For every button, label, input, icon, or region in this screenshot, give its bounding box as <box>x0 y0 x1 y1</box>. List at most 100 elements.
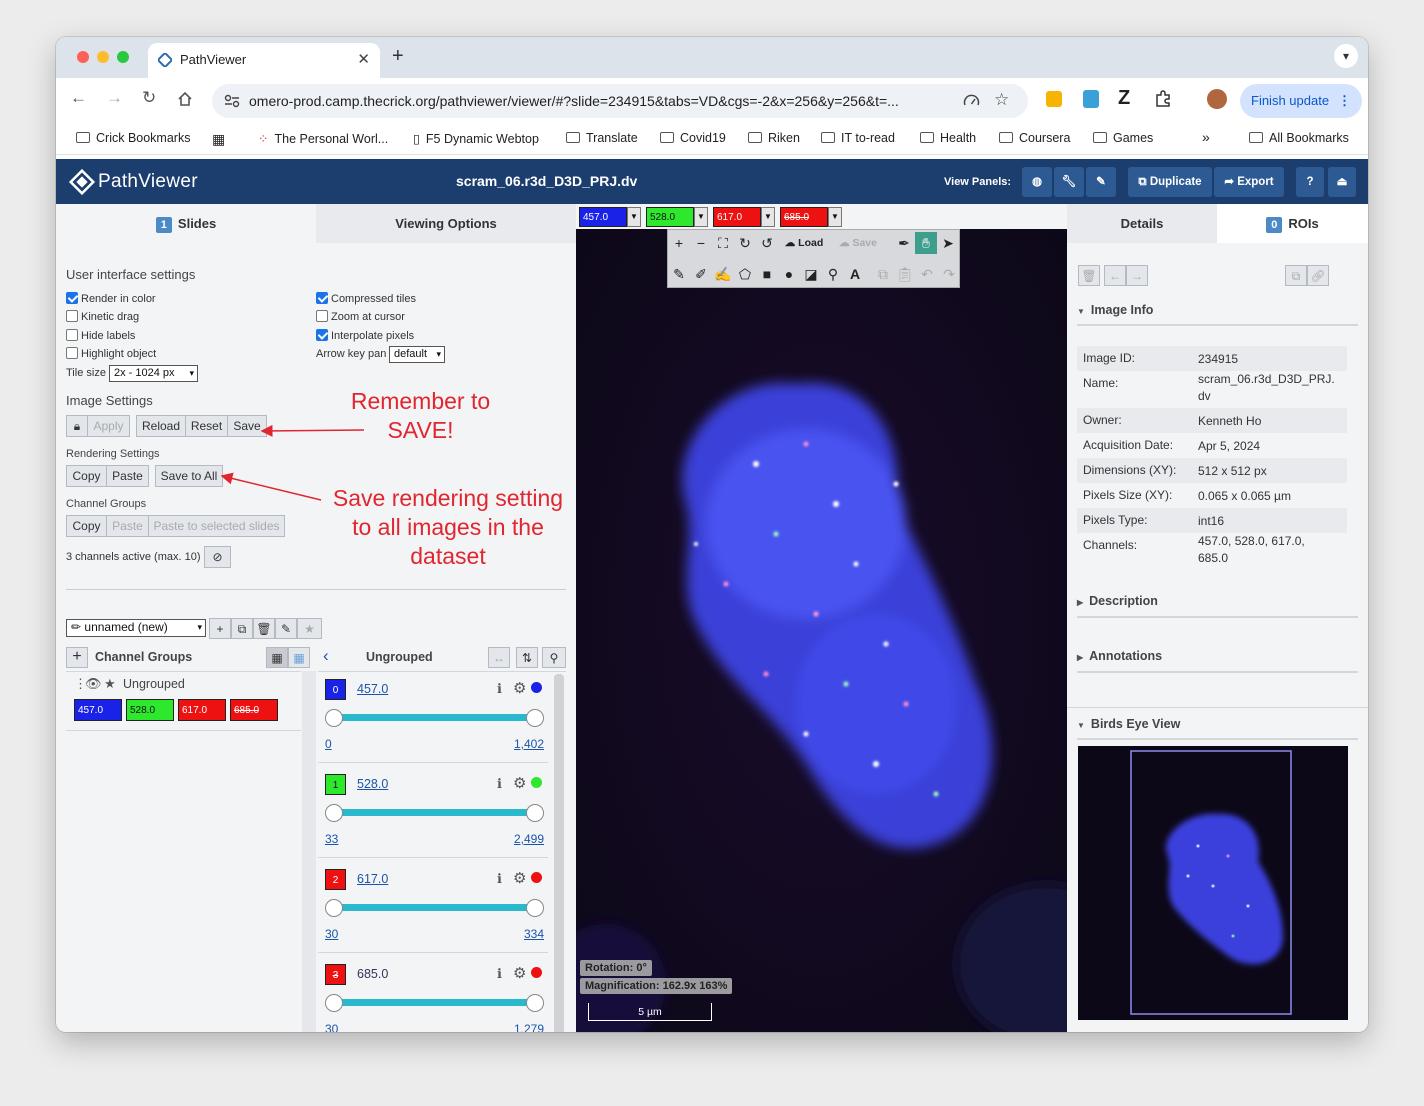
previous-arrow-icon[interactable]: ← <box>1104 265 1126 286</box>
paint-panel-button[interactable]: ✎ <box>1086 167 1116 197</box>
channel-name[interactable]: 528.0 <box>357 777 388 791</box>
channel-name[interactable]: 457.0 <box>357 682 388 696</box>
pan-hand-icon[interactable]: ✋︎ <box>915 232 937 254</box>
tab-search-button[interactable]: ▾ <box>1334 44 1358 68</box>
channel-min-value[interactable]: 33 <box>325 832 338 846</box>
bookmark-riken[interactable]: Riken <box>748 131 800 145</box>
pen-draw-icon[interactable]: ✎ <box>668 263 690 285</box>
reload-icon[interactable]: ↻ <box>142 88 156 108</box>
polygon-icon[interactable]: ⬠ <box>734 263 756 285</box>
back-icon[interactable]: ← <box>70 88 87 108</box>
group-channel-528[interactable]: 528.0 <box>126 699 174 721</box>
tab-close-icon[interactable]: ✕ <box>357 50 370 68</box>
tab-rois[interactable]: 0 ROIs <box>1217 204 1368 243</box>
globe-panel-button[interactable]: ◍ <box>1022 167 1052 197</box>
bookmark-covid19[interactable]: Covid19 <box>660 131 726 145</box>
home-icon[interactable] <box>177 91 193 107</box>
channel-max-value[interactable]: 1,402 <box>514 737 544 751</box>
channel-min-value[interactable]: 0 <box>325 737 332 751</box>
channel-index-badge[interactable]: 1 <box>325 774 346 795</box>
duplicate-button[interactable]: ⧉ Duplicate <box>1128 167 1212 197</box>
channel-range-slider[interactable] <box>332 714 535 721</box>
redo-icon[interactable]: ↷ <box>938 263 960 285</box>
paste-roi-icon[interactable]: 📋︎ <box>894 263 916 285</box>
bookmark-health[interactable]: Health <box>920 131 976 145</box>
slider-min-handle[interactable] <box>325 899 343 917</box>
group-channel-457[interactable]: 457.0 <box>74 699 122 721</box>
slider-min-handle[interactable] <box>325 804 343 822</box>
channel-name[interactable]: 617.0 <box>357 872 388 886</box>
help-button[interactable]: ? <box>1296 167 1324 197</box>
channel-range-slider[interactable] <box>332 999 535 1006</box>
browser-tab[interactable]: PathViewer ✕ <box>148 43 380 78</box>
slider-max-handle[interactable] <box>526 994 544 1012</box>
maximize-window-button[interactable] <box>117 51 129 63</box>
channel-color-dot[interactable] <box>531 872 542 883</box>
viewer-channel-528[interactable]: 528.0 <box>646 207 694 227</box>
site-settings-icon[interactable] <box>224 94 240 108</box>
fit-screen-icon[interactable]: ⛶ <box>712 232 734 254</box>
next-arrow-icon[interactable]: → <box>1126 265 1148 286</box>
info-icon[interactable]: ℹ <box>497 966 502 982</box>
profile-avatar[interactable] <box>1207 89 1227 109</box>
info-icon[interactable]: ℹ <box>497 776 502 792</box>
birds-eye-section-toggle[interactable]: ▼ Birds Eye View <box>1077 717 1180 731</box>
tools-panel-button[interactable]: 🔧︎ <box>1054 167 1084 197</box>
chevron-down-icon[interactable]: ▼ <box>761 207 775 227</box>
forward-icon[interactable]: → <box>106 88 123 108</box>
bookmark-translate[interactable]: Translate <box>566 131 638 145</box>
birds-eye-view[interactable] <box>1078 746 1348 1020</box>
star-icon[interactable]: ★ <box>104 676 116 692</box>
tab-details[interactable]: Details <box>1067 204 1217 243</box>
eyedropper-icon[interactable]: ✒ <box>893 232 915 254</box>
zoom-in-icon[interactable]: + <box>668 232 690 254</box>
export-button[interactable]: ➦ Export <box>1214 167 1284 197</box>
bookmark-all[interactable]: All Bookmarks <box>1249 131 1349 145</box>
gear-icon[interactable]: ⚙ <box>513 964 526 982</box>
extensions-puzzle-icon[interactable] <box>1154 90 1172 108</box>
channel-min-value[interactable]: 30 <box>325 1022 338 1032</box>
extension-drive-icon[interactable] <box>1083 90 1099 108</box>
channel-max-value[interactable]: 334 <box>524 927 544 941</box>
channel-min-value[interactable]: 30 <box>325 927 338 941</box>
channel-name[interactable]: 685.0 <box>357 967 388 981</box>
annotations-section-toggle[interactable]: ▶ Annotations <box>1077 649 1162 663</box>
add-channel-group-button[interactable]: + <box>66 647 88 668</box>
extension-zotero-icon[interactable]: Z <box>1118 87 1130 110</box>
group-channel-617[interactable]: 617.0 <box>178 699 226 721</box>
chevron-down-icon[interactable]: ▼ <box>694 207 708 227</box>
pointer-icon[interactable]: ➤ <box>937 232 959 254</box>
finish-update-button[interactable]: Finish update ⋮ <box>1240 84 1362 118</box>
chevron-down-icon[interactable]: ▼ <box>828 207 842 227</box>
channel-color-dot[interactable] <box>531 682 542 693</box>
load-rois-button[interactable]: ☁ Load <box>778 232 830 254</box>
search-channels-button[interactable]: ⚲ <box>542 647 566 668</box>
channel-index-badge[interactable]: 0 <box>325 679 346 700</box>
rotate-right-icon[interactable]: ↻ <box>734 232 756 254</box>
close-window-button[interactable] <box>77 51 89 63</box>
expand-width-button[interactable]: ↔ <box>488 647 510 668</box>
undo-icon[interactable]: ↶ <box>916 263 938 285</box>
copy-link-icon[interactable]: ⧉ <box>1285 265 1307 286</box>
address-bar[interactable]: omero-prod.camp.thecrick.org/pathviewer/… <box>212 84 1028 118</box>
slider-min-handle[interactable] <box>325 709 343 727</box>
delete-icon[interactable]: 🗑︎ <box>1078 265 1100 286</box>
ellipse-icon[interactable]: ● <box>778 263 800 285</box>
text-tool-icon[interactable]: A <box>844 263 866 285</box>
gear-icon[interactable]: ⚙ <box>513 869 526 887</box>
save-rois-button[interactable]: ☁ Save <box>832 232 884 254</box>
copy-roi-icon[interactable]: ⧉ <box>872 263 894 285</box>
channel-range-slider[interactable] <box>332 904 535 911</box>
sort-channels-button[interactable]: ⇅ <box>516 647 538 668</box>
slider-max-handle[interactable] <box>526 804 544 822</box>
minimize-window-button[interactable] <box>97 51 109 63</box>
viewer-channel-617[interactable]: 617.0 <box>713 207 761 227</box>
info-icon[interactable]: ℹ <box>497 681 502 697</box>
bookmark-it-to-read[interactable]: IT to-read <box>821 131 895 145</box>
channel-color-dot[interactable] <box>531 967 542 978</box>
viewer-channel-457[interactable]: 457.0 <box>579 207 627 227</box>
channel-range-slider[interactable] <box>332 809 535 816</box>
channel-index-badge[interactable]: 2 <box>325 869 346 890</box>
gear-icon[interactable]: ⚙ <box>513 774 526 792</box>
bookmark-games[interactable]: Games <box>1093 131 1153 145</box>
